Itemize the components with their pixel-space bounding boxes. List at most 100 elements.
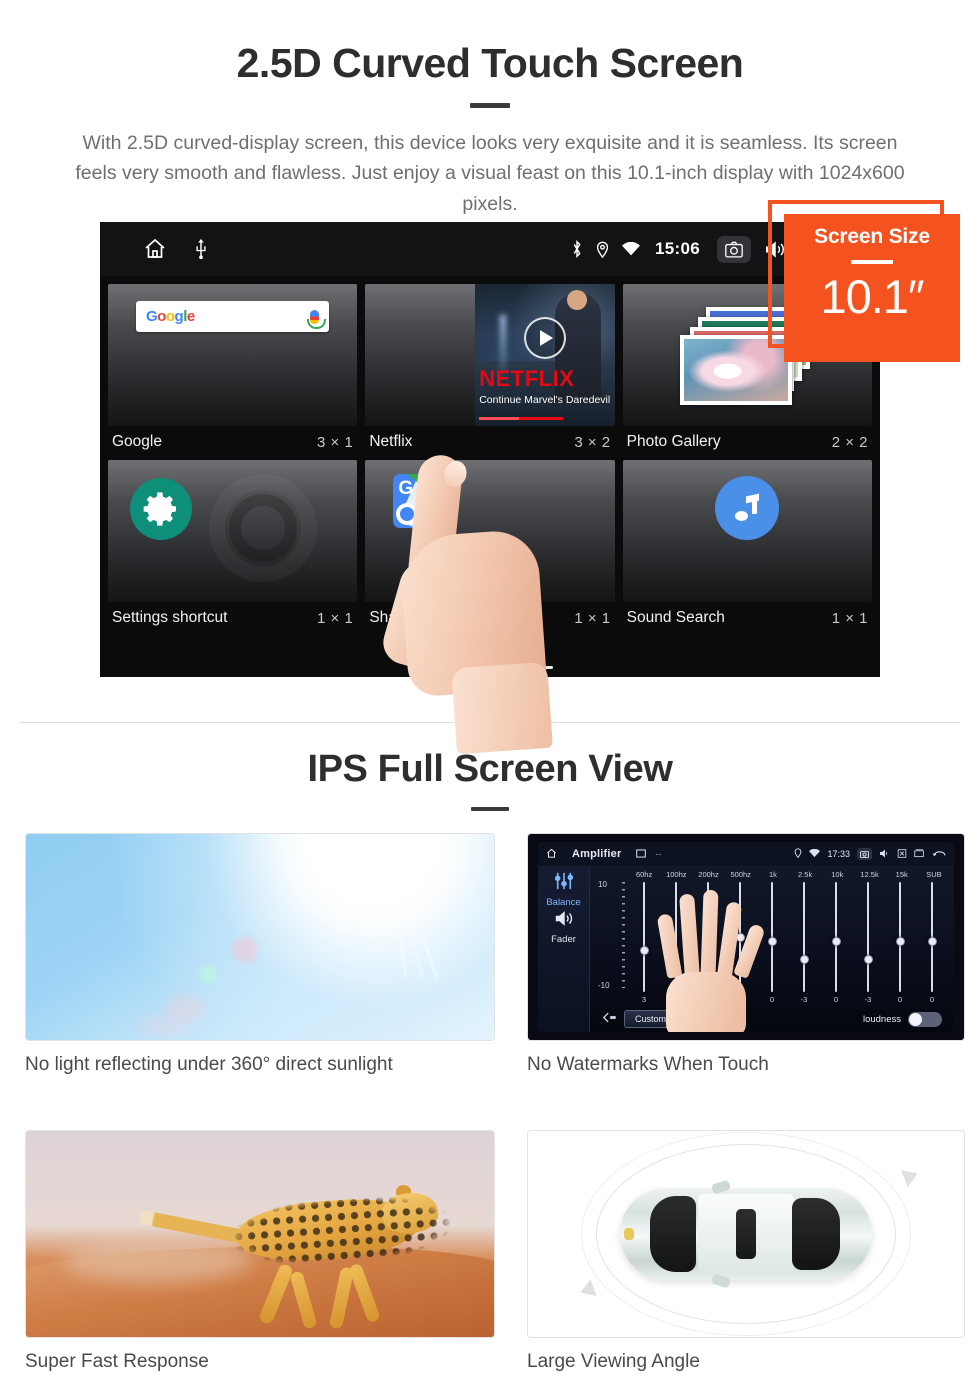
home-icon[interactable] <box>142 237 168 261</box>
band-label: 2.5k <box>798 870 813 879</box>
eq-slider[interactable] <box>884 882 916 992</box>
home-icon[interactable] <box>546 848 557 861</box>
eq-knob[interactable] <box>639 945 649 955</box>
widget-settings-preview <box>108 460 358 602</box>
running-cheetah-photo <box>25 1130 495 1338</box>
card-caption: No Watermarks When Touch <box>527 1054 769 1075</box>
back-icon[interactable] <box>932 848 946 860</box>
screen-size-badge: Screen Size 10.1″ <box>768 200 960 362</box>
amplifier-clock: 17:33 <box>827 849 850 859</box>
android-status-bar: 15:06 <box>100 222 880 276</box>
balance-label[interactable]: Balance <box>546 897 580 908</box>
sunroof <box>736 1209 756 1259</box>
band-value: 0 <box>833 995 839 1004</box>
band-value: 0 <box>897 995 903 1004</box>
ips-full-screen-section: IPS Full Screen View No light reflecting… <box>0 748 980 1395</box>
widget-netflix-preview: NETFLIX Continue Marvel's Daredevil <box>365 284 615 426</box>
section-divider <box>20 722 960 723</box>
car-top-view-illustration <box>527 1130 965 1338</box>
wifi-icon <box>809 848 821 860</box>
widget-settings-shortcut[interactable]: Settings shortcut 1 × 1 <box>108 460 358 633</box>
netflix-caption: Continue Marvel's Daredevil <box>479 394 611 406</box>
car-background <box>528 1131 964 1337</box>
page-dot[interactable] <box>473 666 507 669</box>
rear-window <box>792 1198 840 1270</box>
cheetah-scene <box>26 1131 494 1337</box>
palm <box>666 972 746 1032</box>
screenshot-icon[interactable] <box>857 848 872 860</box>
page-dot-active[interactable] <box>519 666 553 669</box>
scale-max: 10 <box>598 880 607 889</box>
widget-share-location-preview: G <box>365 460 615 602</box>
widget-sound-search-preview <box>622 460 872 602</box>
feature-card-grid: No light reflecting under 360° direct su… <box>0 833 980 1395</box>
speaker-icon[interactable] <box>554 910 574 932</box>
eq-slider[interactable] <box>788 882 820 992</box>
screenshot-icon[interactable] <box>717 235 751 263</box>
finger <box>679 893 700 979</box>
widget-google[interactable]: Google Google 3 × 1 <box>108 284 358 457</box>
sunny-sky-photo <box>25 833 495 1041</box>
music-note-icon <box>715 476 780 540</box>
band-label: 1k <box>768 870 777 879</box>
feature-card-viewing-angle: Large Viewing Angle <box>527 1130 965 1395</box>
car-body <box>620 1179 872 1289</box>
eq-knob[interactable] <box>799 954 809 964</box>
gallery-icon[interactable] <box>636 848 647 860</box>
scale-ticks <box>622 882 625 988</box>
eq-knob[interactable] <box>831 937 841 946</box>
band-value: -3 <box>800 995 808 1004</box>
widget-size: 3 × 1 <box>317 433 354 451</box>
band-label: 12.5k <box>860 870 879 879</box>
band-label: 15k <box>895 870 908 879</box>
maps-g-letter: G <box>398 478 414 499</box>
usb-icon[interactable] <box>194 238 208 260</box>
location-icon <box>596 241 609 258</box>
amplifier-equalizer-screenshot: Amplifier ·· 17:33 Balance Fader 60hz 10… <box>527 833 965 1041</box>
equalizer-area: 60hz 100hz 200hz 500hz 1k 2.5k 10k 12.5k… <box>590 866 950 1032</box>
eq-knob[interactable] <box>927 937 937 946</box>
page-dot[interactable] <box>427 666 461 669</box>
badge-label: Screen Size <box>814 225 930 248</box>
widget-netflix[interactable]: NETFLIX Continue Marvel's Daredevil Netf… <box>365 284 615 457</box>
google-search-bar[interactable]: Google <box>136 301 330 332</box>
windshield <box>650 1196 696 1272</box>
page-indicator[interactable] <box>100 666 880 669</box>
eq-slider[interactable] <box>820 882 852 992</box>
eq-knob[interactable] <box>863 954 873 964</box>
widget-sound-search[interactable]: Sound Search 1 × 1 <box>622 460 872 633</box>
feature-card-fast-response: Super Fast Response <box>25 1130 495 1395</box>
location-icon <box>794 848 802 860</box>
eq-knob[interactable] <box>895 937 905 946</box>
more-icon[interactable]: ·· <box>655 849 661 859</box>
status-clock: 15:06 <box>655 239 700 258</box>
microphone-icon[interactable] <box>307 309 327 329</box>
equalizer-icon[interactable] <box>553 872 575 895</box>
loudness-toggle[interactable] <box>908 1011 942 1027</box>
play-icon[interactable] <box>523 316 566 359</box>
loudness-control[interactable]: loudness <box>863 1011 942 1027</box>
amplifier-title: Amplifier <box>572 848 622 860</box>
widget-name: Sound Search <box>626 609 725 626</box>
lens-flare <box>199 965 218 984</box>
eq-slider[interactable] <box>852 882 884 992</box>
widget-picker-grid: Google Google 3 × 1 NETFLIX Continue Mar… <box>100 276 880 633</box>
widget-netflix-meta: Netflix 3 × 2 <box>365 426 614 457</box>
eq-knob[interactable] <box>767 937 777 946</box>
badge-fill: Screen Size 10.1″ <box>784 214 960 362</box>
amplifier-status-bar: Amplifier ·· 17:33 <box>538 842 954 866</box>
recents-icon[interactable] <box>914 848 925 860</box>
previous-preset-icon[interactable] <box>602 1010 616 1028</box>
fader-label[interactable]: Fader <box>551 934 576 945</box>
title-underline <box>470 103 510 109</box>
eq-slider[interactable] <box>916 882 948 992</box>
close-icon[interactable] <box>897 848 907 860</box>
feature-card-no-watermarks: Amplifier ·· 17:33 Balance Fader 60hz 10… <box>527 833 965 1098</box>
card-caption: Super Fast Response <box>25 1351 209 1372</box>
volume-icon[interactable] <box>879 848 890 860</box>
widget-share-location[interactable]: G Share location 1 × 1 <box>365 460 615 633</box>
netflix-logo: NETFLIX <box>479 366 575 391</box>
band-label: 500hz <box>730 870 751 879</box>
band-label: 100hz <box>666 870 687 879</box>
widget-name: Photo Gallery <box>626 433 721 450</box>
